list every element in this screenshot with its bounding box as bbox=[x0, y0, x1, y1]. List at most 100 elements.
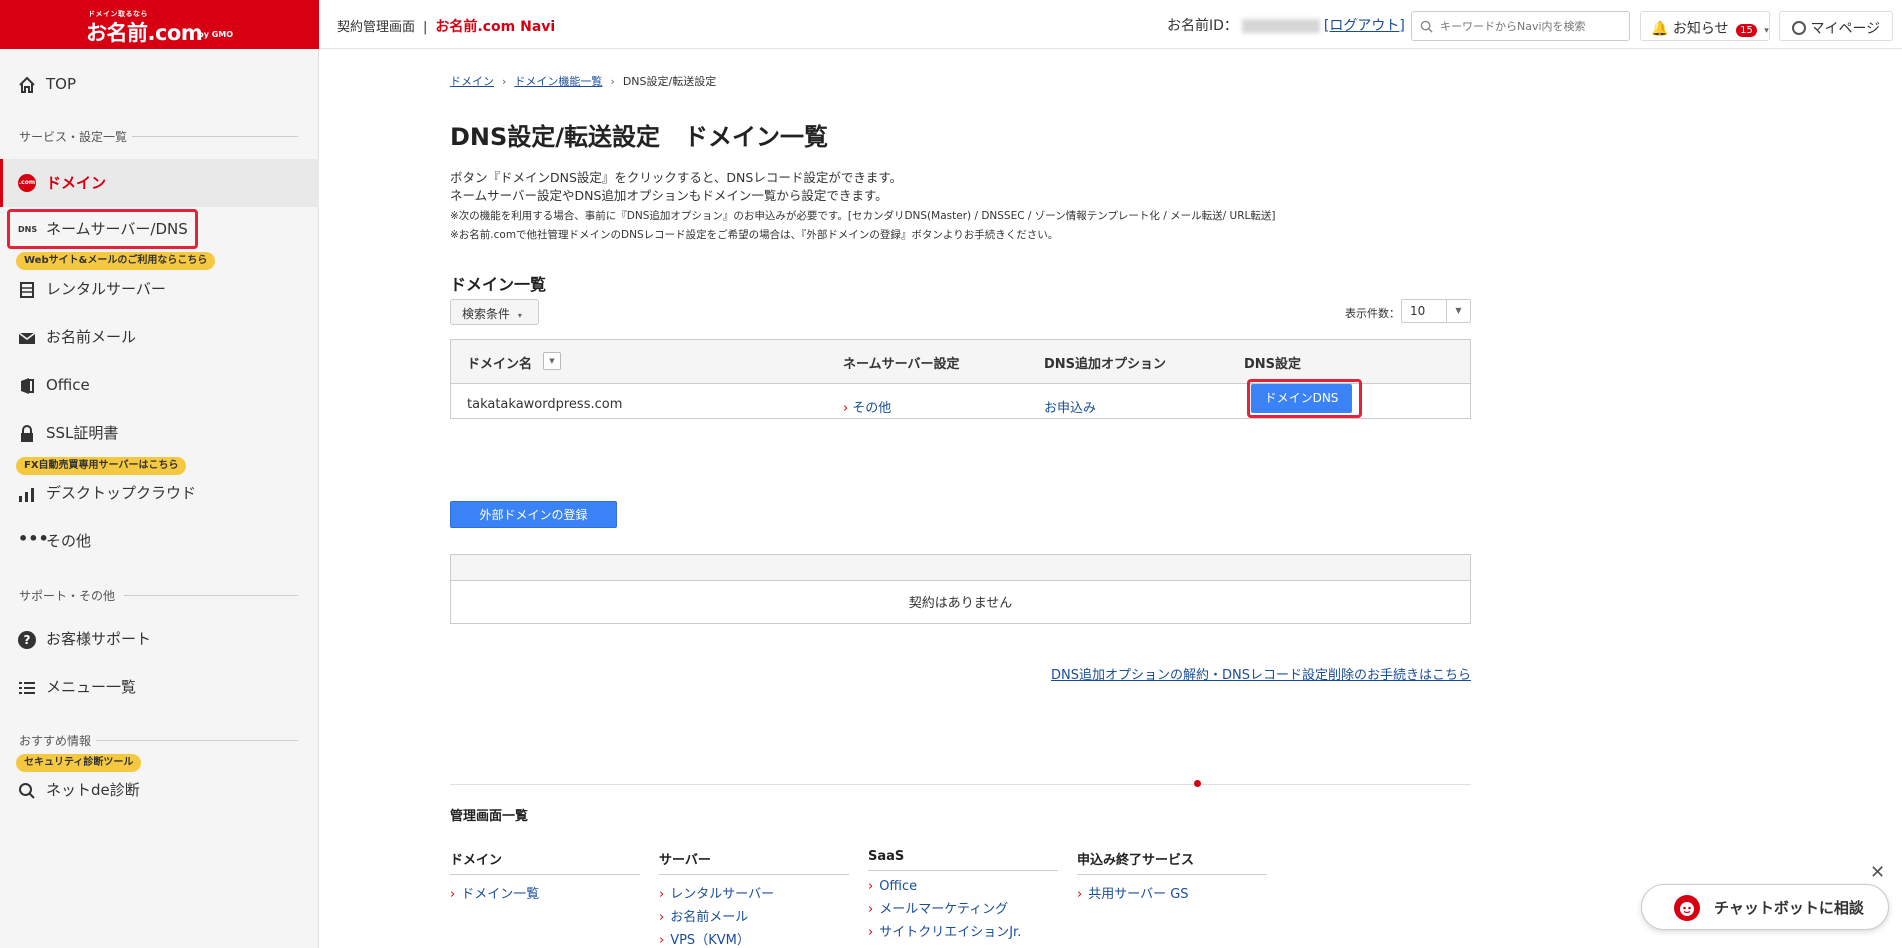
footer-column-heading: サーバー bbox=[659, 849, 849, 875]
sidebar-item-label: お名前メール bbox=[46, 328, 137, 346]
sort-icon[interactable]: ▼ bbox=[543, 352, 561, 370]
pill-fx[interactable]: FX自動売買専用サーバーはこちら bbox=[16, 457, 187, 475]
user-icon bbox=[1792, 21, 1806, 35]
external-domain-register-button[interactable]: 外部ドメインの登録 bbox=[450, 501, 617, 528]
sidebar-item-top[interactable]: TOP bbox=[0, 67, 319, 101]
sidebar-item-support[interactable]: ? お客様サポート bbox=[0, 622, 319, 656]
header-separator: | bbox=[423, 20, 428, 35]
footer-link-label: ドメイン一覧 bbox=[461, 887, 540, 902]
chatbot-close-icon[interactable]: ✕ bbox=[1870, 862, 1885, 883]
logout-link[interactable]: [ログアウト] bbox=[1324, 18, 1405, 34]
chatbot-button[interactable]: チャットボットに相談 bbox=[1641, 884, 1889, 930]
sidebar-item-label: SSL証明書 bbox=[46, 424, 119, 442]
page-title: DNS設定/転送設定 ドメイン一覧 bbox=[450, 123, 829, 151]
per-page-label: 表示件数： bbox=[1345, 307, 1400, 320]
divider bbox=[96, 740, 298, 741]
sidebar-item-desktop-cloud[interactable]: デスクトップクラウド bbox=[0, 476, 319, 510]
pill-security[interactable]: セキュリティ診断ツール bbox=[16, 754, 142, 772]
notice-badge: 15 bbox=[1736, 24, 1757, 37]
mypage-label: マイページ bbox=[1810, 21, 1881, 37]
footer-link[interactable]: › メールマーケティング bbox=[868, 898, 1058, 917]
navi-title[interactable]: お名前.com Navi bbox=[435, 19, 555, 35]
user-id: お名前ID： [ログアウト] bbox=[1167, 15, 1405, 35]
chatbot-label: チャットボットに相談 bbox=[1714, 899, 1864, 917]
footer-link[interactable]: › VPS（KVM） bbox=[659, 929, 849, 948]
search-icon bbox=[1420, 20, 1433, 33]
chevron-right-icon: › bbox=[659, 933, 665, 948]
sidebar-item-ssl[interactable]: SSL証明書 bbox=[0, 416, 319, 450]
description-line: ネームサーバー設定やDNS追加オプションもドメイン一覧から設定できます。 bbox=[450, 188, 888, 203]
sidebar-item-label: Office bbox=[46, 376, 90, 394]
notice-button[interactable]: 🔔 お知らせ 15 ▾ bbox=[1640, 11, 1770, 41]
section-reco: おすすめ情報 bbox=[19, 734, 92, 748]
th-dns-option: DNS追加オプション bbox=[1044, 357, 1167, 372]
th-nameserver: ネームサーバー設定 bbox=[843, 357, 960, 372]
sidebar-item-label: お客様サポート bbox=[46, 630, 152, 648]
footer-column-domain: ドメイン › ドメイン一覧 bbox=[450, 849, 640, 902]
signal-icon bbox=[19, 488, 34, 502]
domain-icon: .com bbox=[18, 174, 36, 192]
sidebar-item-label: ドメイン bbox=[46, 174, 107, 192]
dns-option-apply-link[interactable]: お申込み bbox=[1044, 401, 1096, 416]
sidebar-item-office[interactable]: Office bbox=[0, 368, 319, 402]
footer-title: 管理画面一覧 bbox=[450, 809, 529, 824]
footer-link-label: お名前メール bbox=[670, 910, 749, 925]
chevron-down-icon: ▾ bbox=[1764, 26, 1769, 36]
chevron-right-icon: › bbox=[868, 879, 874, 894]
sidebar-item-diagnosis[interactable]: ネットde診断 bbox=[0, 773, 319, 807]
header-breadcrumb-label: 契約管理画面 bbox=[337, 20, 416, 35]
pill-web[interactable]: Webサイト&メールのご利用ならこちら bbox=[16, 252, 216, 270]
mypage-button[interactable]: マイページ bbox=[1779, 11, 1893, 41]
lock-icon bbox=[21, 425, 33, 442]
id-value-blurred bbox=[1241, 19, 1320, 33]
footer-link[interactable]: › レンタルサーバー bbox=[659, 883, 849, 902]
chatbot-icon bbox=[1674, 895, 1700, 921]
header-title: 契約管理画面 | お名前.com Navi bbox=[337, 16, 555, 36]
sidebar-item-rental-server[interactable]: レンタルサーバー bbox=[0, 272, 319, 306]
search-input[interactable] bbox=[1440, 16, 1625, 36]
th-dns-setting: DNS設定 bbox=[1244, 357, 1302, 372]
dns-option-cancel-link[interactable]: DNS追加オプションの解約・DNSレコード設定削除のお手続きはこちら bbox=[1051, 664, 1471, 683]
notice-label: お知らせ bbox=[1672, 21, 1729, 37]
help-icon: ? bbox=[18, 631, 36, 649]
footer-link[interactable]: › ドメイン一覧 bbox=[450, 883, 640, 902]
sidebar-item-domain[interactable]: .com ドメイン bbox=[0, 159, 319, 207]
header: ドメイン取るなら お名前.com by GMO 契約管理画面 | お名前.com N… bbox=[0, 0, 1902, 49]
sidebar-item-label: デスクトップクラウド bbox=[46, 484, 197, 502]
footer-link[interactable]: › サイトクリエイションJr. bbox=[868, 921, 1058, 940]
footer-link-label: Office bbox=[879, 879, 918, 894]
sidebar-item-label: TOP bbox=[46, 75, 77, 93]
external-domain-table: 契約はありません bbox=[450, 554, 1471, 624]
footer-link[interactable]: › 共用サーバー GS bbox=[1077, 883, 1267, 902]
navi-search[interactable] bbox=[1411, 11, 1630, 41]
description-note: ※次の機能を利用する場合、事前に『DNS追加オプション』のお申込みが必要です。[… bbox=[450, 210, 1276, 222]
section-services: サービス・設定一覧 bbox=[19, 130, 128, 144]
breadcrumb-domain[interactable]: ドメイン bbox=[450, 75, 494, 88]
sidebar-item-label: その他 bbox=[46, 532, 92, 550]
search-filter-button[interactable]: 検索条件 ▾ bbox=[450, 299, 539, 325]
breadcrumb-domain-functions[interactable]: ドメイン機能一覧 bbox=[514, 75, 602, 88]
chevron-right-icon: › bbox=[868, 925, 874, 940]
footer-link[interactable]: › お名前メール bbox=[659, 906, 849, 925]
footer-link-label: VPS（KVM） bbox=[670, 933, 750, 948]
logo[interactable]: ドメイン取るなら お名前.com by GMO bbox=[0, 0, 319, 49]
footer-column-ended: 申込み終了サービス › 共用サーバー GS bbox=[1077, 849, 1267, 902]
sidebar-item-other[interactable]: ••• その他 bbox=[0, 524, 319, 558]
sidebar-item-menu[interactable]: メニュー一覧 bbox=[0, 670, 319, 704]
section-support: サポート・その他 bbox=[19, 589, 116, 603]
per-page-select[interactable]: 10 ▼ bbox=[1401, 299, 1471, 323]
footer-column-heading: ドメイン bbox=[450, 849, 640, 875]
sidebar-item-mail[interactable]: お名前メール bbox=[0, 320, 319, 354]
chevron-right-icon: › bbox=[659, 910, 665, 925]
table-header bbox=[451, 555, 1470, 581]
footer-link-label: サイトクリエイションJr. bbox=[879, 925, 1022, 940]
nameserver-link[interactable]: その他 bbox=[852, 401, 891, 416]
footer-link[interactable]: › Office bbox=[868, 879, 1058, 894]
footer-column-heading: 申込み終了サービス bbox=[1077, 849, 1267, 875]
sidebar: TOP サービス・設定一覧 .com ドメイン DNS ネームサーバー/DNS … bbox=[0, 49, 319, 948]
footer-link-label: メールマーケティング bbox=[879, 902, 1009, 917]
empty-message: 契約はありません bbox=[908, 596, 1013, 611]
more-icon: ••• bbox=[18, 529, 49, 548]
home-icon bbox=[19, 76, 35, 93]
chevron-right-icon: › bbox=[502, 75, 507, 88]
